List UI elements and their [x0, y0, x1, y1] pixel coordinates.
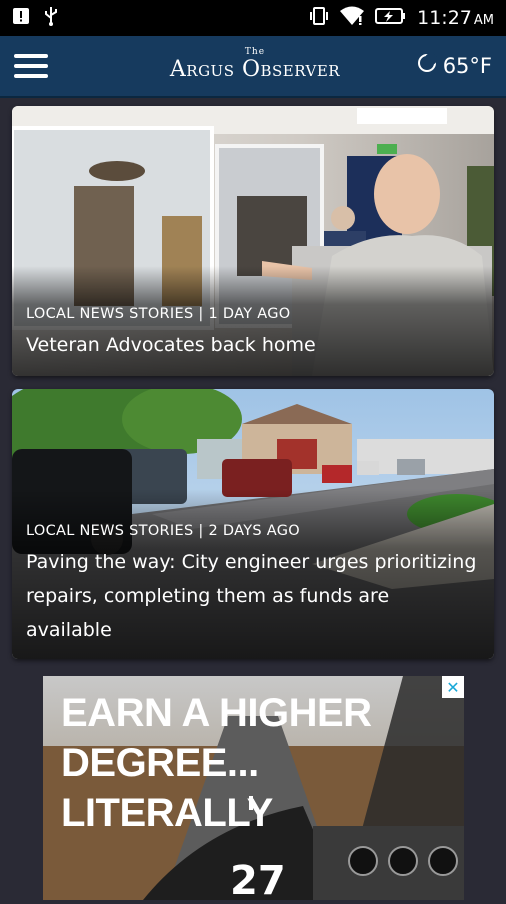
story-card[interactable]: LOCAL NEWS STORIES | 1 DAY AGO Veteran A…: [12, 106, 494, 376]
logo-small-text: The: [244, 47, 266, 57]
story-card[interactable]: LOCAL NEWS STORIES | 2 DAYS AGO Paving t…: [12, 389, 494, 659]
story-meta: LOCAL NEWS STORIES | 2 DAYS AGO: [26, 523, 300, 539]
story-overlay: LOCAL NEWS STORIES | 2 DAYS AGO Paving t…: [12, 489, 494, 659]
alert-icon: [12, 7, 30, 29]
weather-widget[interactable]: 65°F: [417, 53, 492, 78]
clock-time: 11:27: [417, 7, 472, 29]
wifi-icon: [339, 6, 365, 30]
story-headline: Paving the way: City engineer urges prio…: [26, 551, 477, 641]
battery-charging-icon: [375, 7, 407, 29]
moon-icon: [417, 53, 437, 78]
app-logo[interactable]: The Argus Observer: [160, 47, 350, 83]
usb-icon: [44, 6, 58, 30]
vibrate-icon: [309, 6, 329, 30]
logo-text: Argus Observer: [169, 57, 341, 82]
app-bar: The Argus Observer 65°F: [0, 36, 506, 98]
status-bar: 11:27 AM: [0, 0, 506, 36]
temperature: 65°F: [442, 53, 492, 78]
ad-runway-number: 27: [230, 858, 286, 904]
story-overlay: LOCAL NEWS STORIES | 1 DAY AGO Veteran A…: [12, 266, 494, 376]
story-meta: LOCAL NEWS STORIES | 1 DAY AGO: [26, 306, 291, 322]
ad-line: LITERALLY: [61, 791, 273, 835]
ad-line: EARN A HIGHER: [61, 691, 372, 735]
menu-icon[interactable]: [14, 54, 48, 80]
ad-headline: EARN A HIGHER DEGREE... LITERALLY: [61, 688, 372, 838]
story-headline: Veteran Advocates back home: [26, 334, 316, 356]
ad-line: DEGREE...: [61, 741, 259, 785]
close-icon[interactable]: ✕: [442, 676, 464, 698]
clock-ampm: AM: [473, 13, 494, 28]
